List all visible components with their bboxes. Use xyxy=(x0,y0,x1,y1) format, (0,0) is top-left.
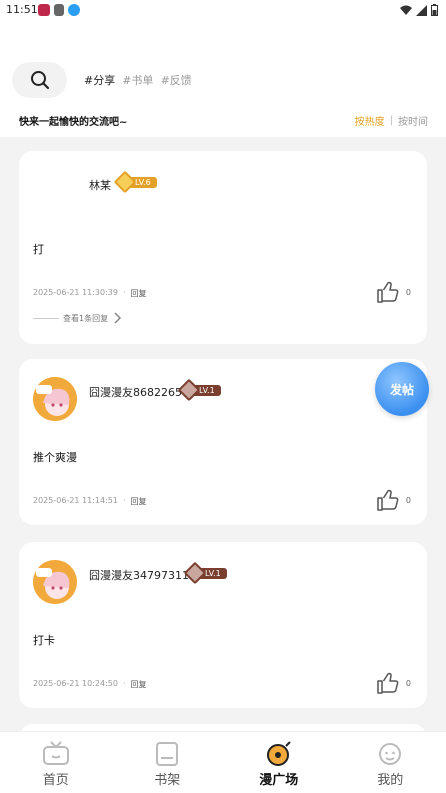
post-content: 推个爽漫 xyxy=(33,451,77,464)
chevron-right-icon xyxy=(114,312,122,324)
post-meta: 2025-06-21 11:14:51 · 回复 xyxy=(33,496,147,507)
create-post-label: 发帖 xyxy=(389,382,414,397)
post-timestamp: 2025-06-21 10:24:50 xyxy=(33,679,118,688)
anime-avatar-icon xyxy=(33,377,77,421)
replies-line xyxy=(33,317,59,319)
tag-feedback[interactable]: #反馈 xyxy=(160,72,191,88)
like-button[interactable]: 0 xyxy=(376,671,411,695)
download-notification-icon xyxy=(68,4,80,16)
like-button[interactable]: 0 xyxy=(376,488,411,512)
header: #分享 #书单 #反馈 快来一起愉快的交流吧~ 按热度 | 按时间 xyxy=(0,20,446,137)
sort-by-time[interactable]: 按时间 xyxy=(398,113,428,128)
app-notification-icon xyxy=(38,4,50,16)
search-icon xyxy=(30,71,49,90)
tab-label: 书架 xyxy=(154,773,181,788)
reply-button[interactable]: 回复 xyxy=(131,496,147,507)
sort-divider: | xyxy=(389,115,393,126)
post-timestamp: 2025-06-21 11:14:51 xyxy=(33,496,118,505)
system-icons xyxy=(400,4,438,16)
avatar[interactable] xyxy=(33,169,77,213)
post-card[interactable]: 囧漫漫友8682265 LV.1 推个爽漫 2025-06-21 11:14:5… xyxy=(19,359,427,525)
tag-booklist[interactable]: #书单 xyxy=(122,72,153,88)
post-card[interactable]: 囧漫漫友34797311 LV.1 打卡 2025-06-21 10:24:50… xyxy=(19,542,427,708)
post-meta: 2025-06-21 10:24:50 · 回复 xyxy=(33,679,147,690)
tab-profile[interactable]: 我的 xyxy=(335,732,446,793)
post-content: 打卡 xyxy=(33,634,55,647)
page-subtitle: 快来一起愉快的交流吧~ xyxy=(19,117,128,128)
post-username[interactable]: 囧漫漫友8682265 xyxy=(89,384,182,400)
post-username[interactable]: 林某 xyxy=(89,177,111,193)
bottom-tab-bar: 首页 书架 漫广场 我的 xyxy=(0,731,446,793)
status-bar: 11:51 xyxy=(0,0,446,20)
notification-icons xyxy=(38,4,80,16)
thumbs-up-icon xyxy=(377,489,399,511)
like-button[interactable]: 0 xyxy=(376,280,411,304)
tv-icon xyxy=(42,741,69,765)
tab-label: 漫广场 xyxy=(259,773,299,788)
post-card[interactable]: 林某 LV.6 打 2025-06-21 11:30:39 · 回复 0 查看1… xyxy=(19,151,427,344)
tab-bookshelf[interactable]: 书架 xyxy=(112,732,224,793)
create-post-button[interactable]: 发帖 xyxy=(375,362,429,416)
like-count: 0 xyxy=(405,495,411,505)
profile-icon xyxy=(379,743,402,765)
level-diamond-icon xyxy=(113,170,137,194)
level-badge: LV.1 xyxy=(183,561,227,585)
post-meta: 2025-06-21 11:30:39 · 回复 xyxy=(33,288,147,299)
level-badge: LV.6 xyxy=(113,170,157,194)
level-badge: LV.1 xyxy=(177,378,221,402)
sort-toggle: 按热度 | 按时间 xyxy=(355,113,428,128)
post-content: 打 xyxy=(33,243,44,256)
avatar[interactable] xyxy=(33,560,77,604)
level-diamond-icon xyxy=(177,378,201,402)
anime-avatar-icon xyxy=(33,560,77,604)
tab-label: 我的 xyxy=(377,773,404,788)
topic-tags: #分享 #书单 #反馈 xyxy=(84,72,192,88)
thumbs-up-icon xyxy=(377,281,399,303)
level-diamond-icon xyxy=(183,561,207,585)
tab-home[interactable]: 首页 xyxy=(0,732,112,793)
thumbs-up-icon xyxy=(377,672,399,694)
post-username[interactable]: 囧漫漫友34797311 xyxy=(89,567,189,583)
tag-share[interactable]: #分享 xyxy=(84,72,115,88)
status-time: 11:51 xyxy=(6,3,38,16)
post-timestamp: 2025-06-21 11:30:39 xyxy=(33,288,118,297)
cat-notification-icon xyxy=(54,4,64,16)
like-count: 0 xyxy=(405,287,411,297)
wifi-icon xyxy=(400,5,412,15)
plaza-icon xyxy=(266,741,291,766)
battery-icon xyxy=(431,4,438,16)
search-button[interactable] xyxy=(12,62,67,98)
view-replies-link[interactable]: 查看1条回复 xyxy=(33,312,122,324)
bookshelf-icon xyxy=(156,742,179,766)
view-replies-label: 查看1条回复 xyxy=(63,313,109,323)
reply-button[interactable]: 回复 xyxy=(131,288,147,299)
signal-icon xyxy=(416,4,427,16)
reply-button[interactable]: 回复 xyxy=(131,679,147,690)
avatar[interactable] xyxy=(33,377,77,421)
sort-by-hot[interactable]: 按热度 xyxy=(355,113,385,128)
like-count: 0 xyxy=(405,678,411,688)
tab-plaza[interactable]: 漫广场 xyxy=(223,732,335,793)
tab-label: 首页 xyxy=(42,773,69,788)
